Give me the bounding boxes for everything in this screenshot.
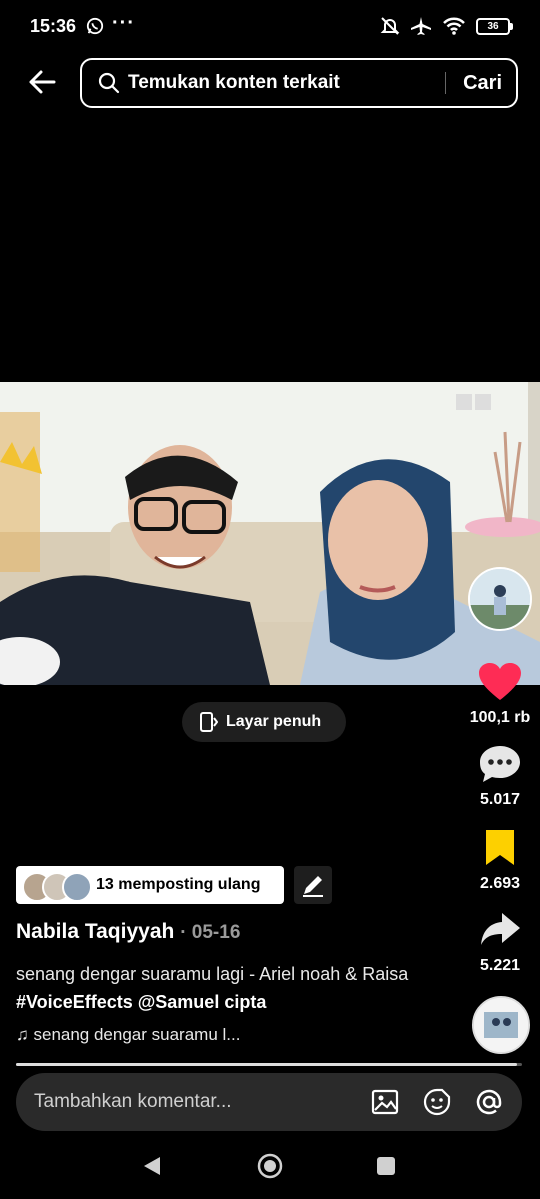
creator-avatar-image: [470, 569, 530, 629]
heart-icon[interactable]: [478, 662, 522, 702]
music-disc[interactable]: [472, 996, 530, 1054]
more-notifications-icon: ···: [112, 12, 135, 34]
repost-badge[interactable]: 13 memposting ulang: [16, 866, 284, 904]
share-icon[interactable]: [478, 910, 522, 950]
music-note-icon: ♫: [16, 1025, 29, 1044]
comment-bar[interactable]: Tambahkan komentar...: [16, 1073, 522, 1131]
system-nav-bar: [0, 1140, 540, 1199]
bookmark-action[interactable]: 2.693: [464, 828, 536, 893]
like-count: 100,1 rb: [469, 709, 531, 726]
edit-button[interactable]: [294, 866, 332, 904]
bookmark-count: 2.693: [479, 875, 521, 892]
comment-input[interactable]: Tambahkan komentar...: [34, 1091, 232, 1113]
mention-icon[interactable]: [474, 1087, 504, 1117]
comment-icon[interactable]: [478, 744, 522, 784]
system-icons: 36: [380, 16, 513, 36]
music-disc-cover: [474, 998, 528, 1052]
video-progress-fill: [16, 1063, 517, 1066]
search-icon: [98, 72, 120, 94]
caption-text: senang dengar suaramu lagi - Ariel noah …: [16, 964, 409, 984]
music-title: senang dengar suaramu l...: [33, 1025, 241, 1044]
edit-icon: [303, 876, 323, 897]
battery-icon: 36: [476, 17, 513, 35]
nav-recents-icon[interactable]: [376, 1156, 396, 1176]
nav-back-icon[interactable]: [140, 1154, 164, 1178]
video-progress-bar[interactable]: [16, 1063, 522, 1066]
repost-label: 13 memposting ulang: [96, 876, 261, 893]
airplane-icon: [411, 17, 431, 35]
wifi-icon: [443, 17, 465, 35]
mute-bell-icon: [380, 17, 400, 35]
like-action[interactable]: 100,1 rb: [464, 662, 536, 727]
search-button[interactable]: Cari: [463, 72, 502, 95]
creator-avatar[interactable]: [468, 567, 532, 631]
search-input[interactable]: Temukan konten terkait: [128, 72, 340, 94]
share-count: 5.221: [479, 957, 521, 974]
music-row[interactable]: ♫ senang dengar suaramu l...: [16, 1025, 240, 1045]
video-player[interactable]: [0, 382, 540, 685]
status-bar: 15:36 ··· 36: [0, 0, 540, 56]
author-name[interactable]: Nabila Taqiyyah: [16, 920, 174, 943]
bookmark-icon[interactable]: [478, 828, 522, 868]
whatsapp-icon: [86, 17, 104, 35]
image-icon[interactable]: [370, 1087, 400, 1117]
fullscreen-icon: [200, 712, 218, 732]
hashtag-link[interactable]: #VoiceEffects: [16, 992, 133, 1012]
comment-count: 5.017: [479, 791, 521, 808]
fullscreen-label: Layar penuh: [226, 713, 322, 730]
video-frame-image: [0, 382, 540, 685]
author-line: Nabila Taqiyyah · 05-16: [16, 920, 240, 944]
repost-avatar: [62, 872, 92, 902]
emoji-icon[interactable]: [422, 1087, 452, 1117]
fullscreen-button[interactable]: Layar penuh: [182, 702, 346, 742]
back-arrow-icon[interactable]: [26, 66, 58, 98]
share-action[interactable]: 5.221: [464, 910, 536, 975]
search-divider: [445, 72, 446, 94]
mention-link[interactable]: @Samuel cipta: [138, 992, 267, 1012]
clock: 15:36: [30, 16, 77, 36]
comment-action[interactable]: 5.017: [464, 744, 536, 809]
post-caption: senang dengar suaramu lagi - Ariel noah …: [16, 960, 446, 1016]
nav-home-icon[interactable]: [256, 1152, 284, 1180]
post-date: · 05-16: [180, 922, 241, 943]
search-bar[interactable]: Temukan konten terkait Cari: [80, 58, 518, 108]
